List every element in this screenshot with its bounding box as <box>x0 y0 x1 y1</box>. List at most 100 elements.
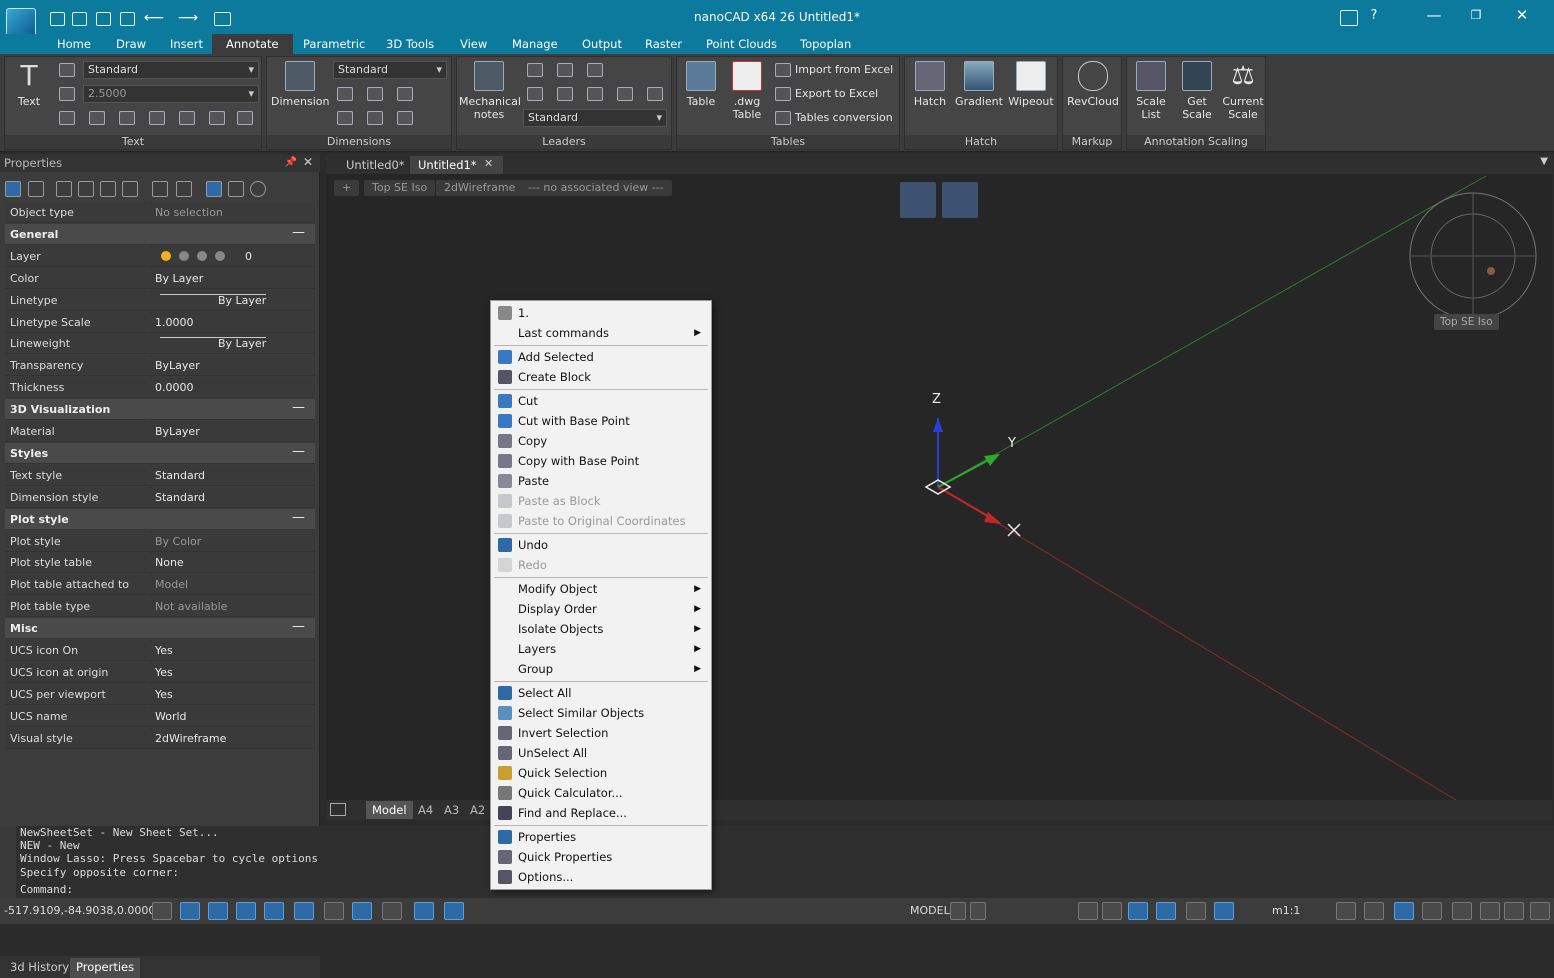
property-value[interactable]: 1.0000 <box>155 316 194 329</box>
collapse-icon[interactable]: — <box>292 400 305 415</box>
dynamic-ucs-icon[interactable] <box>352 902 372 920</box>
transparency-icon[interactable] <box>444 902 464 920</box>
pointer-icon[interactable] <box>206 181 222 197</box>
import-from-excel-button[interactable]: Import from Excel <box>795 63 893 76</box>
dim-baseline-icon[interactable] <box>337 111 353 125</box>
property-value[interactable]: ByLayer <box>155 425 200 438</box>
tab-topoplan[interactable]: Topoplan <box>800 34 851 54</box>
property-value[interactable]: 0.0000 <box>155 381 194 394</box>
dim-aligned-icon[interactable] <box>367 87 383 101</box>
close-tab-icon[interactable]: ✕ <box>484 157 493 170</box>
property-value[interactable]: 0 <box>245 250 252 263</box>
tab-3d-tools[interactable]: 3D Tools <box>386 34 434 54</box>
property-row[interactable]: Visual style 2dWireframe <box>5 727 315 749</box>
maximize-button[interactable]: ❐ <box>1466 8 1486 22</box>
property-row[interactable]: Plot table type Not available <box>5 596 315 618</box>
lock-icon[interactable] <box>1504 902 1524 920</box>
tabs-dropdown-icon[interactable]: ▼ <box>1540 156 1548 167</box>
tables-conversion-button[interactable]: Tables conversion <box>795 111 893 124</box>
paper-icon[interactable] <box>970 902 986 920</box>
menu-item-add-selected[interactable]: Add Selected <box>493 347 709 367</box>
property-category[interactable]: Plot style — <box>5 508 315 530</box>
zoom-icon[interactable] <box>1364 902 1384 920</box>
tab-parametric[interactable]: Parametric <box>303 34 365 54</box>
leader-5-icon[interactable] <box>557 87 573 101</box>
property-value[interactable]: World <box>155 710 187 723</box>
text-edit-icon[interactable] <box>59 111 75 125</box>
text-height-input[interactable]: 2.5000 <box>83 85 259 103</box>
collapse-icon[interactable]: — <box>292 510 305 525</box>
tab-raster[interactable]: Raster <box>645 34 682 54</box>
dim-continue-icon[interactable] <box>397 87 413 101</box>
menu-item-quick-selection[interactable]: Quick Selection <box>493 763 709 783</box>
lineweight-icon[interactable] <box>414 902 434 920</box>
viewport-tool-2-icon[interactable] <box>942 182 978 218</box>
property-category[interactable]: Misc — <box>5 618 315 640</box>
layout-tab-a2[interactable]: A2 <box>464 801 491 819</box>
property-value[interactable]: Not available <box>155 600 227 613</box>
command-line[interactable]: NewSheetSet - New Sheet Set... NEW - New… <box>0 826 1554 898</box>
toggle-pickadd-icon[interactable] <box>5 181 21 197</box>
property-row[interactable]: Linetype Scale 1.0000 <box>5 311 315 333</box>
tab-annotate[interactable]: Annotate <box>212 34 293 54</box>
menu-item-find-and-replace[interactable]: Find and Replace... <box>493 803 709 823</box>
help-icon[interactable] <box>250 181 266 197</box>
close-panel-icon[interactable]: ✕ <box>303 155 313 169</box>
model-icon[interactable] <box>950 902 966 920</box>
property-row[interactable]: Linetype By Layer <box>5 289 315 311</box>
text-tool-5-icon[interactable] <box>209 111 225 125</box>
ortho-icon[interactable] <box>264 902 284 920</box>
text-tool-1-icon[interactable] <box>89 111 105 125</box>
refresh-icon[interactable] <box>1480 902 1500 920</box>
dim-linear-icon[interactable] <box>337 87 353 101</box>
layout-tab-a4[interactable]: A4 <box>412 801 439 819</box>
fullscreen-icon[interactable] <box>1530 902 1550 920</box>
command-line-handle[interactable] <box>0 826 16 898</box>
property-value[interactable]: Model <box>155 578 188 591</box>
printer-icon[interactable] <box>215 250 225 261</box>
property-row[interactable]: Plot style table None <box>5 552 315 574</box>
leader-4-icon[interactable] <box>527 87 543 101</box>
leader-1-icon[interactable] <box>527 63 543 77</box>
text-button[interactable]: T Text <box>11 61 47 109</box>
property-value[interactable]: 2dWireframe <box>155 732 226 745</box>
viewcube-label[interactable]: Top SE Iso <box>1434 314 1499 330</box>
lasso-select-icon[interactable] <box>100 181 116 197</box>
menu-item-quick-properties[interactable]: Quick Properties <box>493 847 709 867</box>
tab-draw[interactable]: Draw <box>116 34 146 54</box>
zoom-window-icon[interactable] <box>1422 902 1442 920</box>
selection-cycle-icon[interactable] <box>1128 902 1148 920</box>
dimension-button[interactable]: Dimension <box>271 61 329 108</box>
tab-point-clouds[interactable]: Point Clouds <box>706 34 777 54</box>
leader-6-icon[interactable] <box>587 87 603 101</box>
clear-select-icon[interactable] <box>228 181 244 197</box>
gradient-button[interactable]: Gradient <box>955 61 1003 108</box>
viewport-add-button[interactable]: + <box>334 180 360 196</box>
get-scale-button[interactable]: Get Scale <box>1177 61 1217 121</box>
collapse-icon[interactable]: — <box>292 619 305 634</box>
otrack-icon[interactable] <box>324 902 344 920</box>
leader-3-icon[interactable] <box>587 63 603 77</box>
property-row[interactable]: Text style Standard <box>5 464 315 486</box>
menu-item-undo[interactable]: Undo <box>493 535 709 555</box>
leader-8-icon[interactable] <box>647 87 663 101</box>
viewport-tool-1-icon[interactable] <box>900 182 936 218</box>
property-row[interactable]: Dimension style Standard <box>5 486 315 508</box>
dim-adjust-icon[interactable] <box>397 111 413 125</box>
property-value[interactable]: By Layer <box>160 293 267 306</box>
menu-item-create-block[interactable]: Create Block <box>493 367 709 387</box>
property-category[interactable]: 3D Visualization — <box>5 399 315 421</box>
list-icon[interactable] <box>1186 902 1206 920</box>
property-row[interactable]: Material ByLayer <box>5 421 315 442</box>
crossing-select-icon[interactable] <box>78 181 94 197</box>
property-value[interactable]: Yes <box>155 644 173 657</box>
text-height-icon[interactable] <box>59 87 75 101</box>
tab-insert[interactable]: Insert <box>170 34 203 54</box>
property-value[interactable]: By Color <box>155 535 201 548</box>
property-row[interactable]: UCS icon at origin Yes <box>5 661 315 683</box>
menu-item-group[interactable]: Group ▶ <box>493 659 709 679</box>
collapse-icon[interactable]: — <box>292 444 305 459</box>
doc-tab-untitled0[interactable]: Untitled0* <box>338 156 413 174</box>
menu-item-invert-selection[interactable]: Invert Selection <box>493 723 709 743</box>
command-prompt[interactable]: Command: <box>20 883 73 896</box>
